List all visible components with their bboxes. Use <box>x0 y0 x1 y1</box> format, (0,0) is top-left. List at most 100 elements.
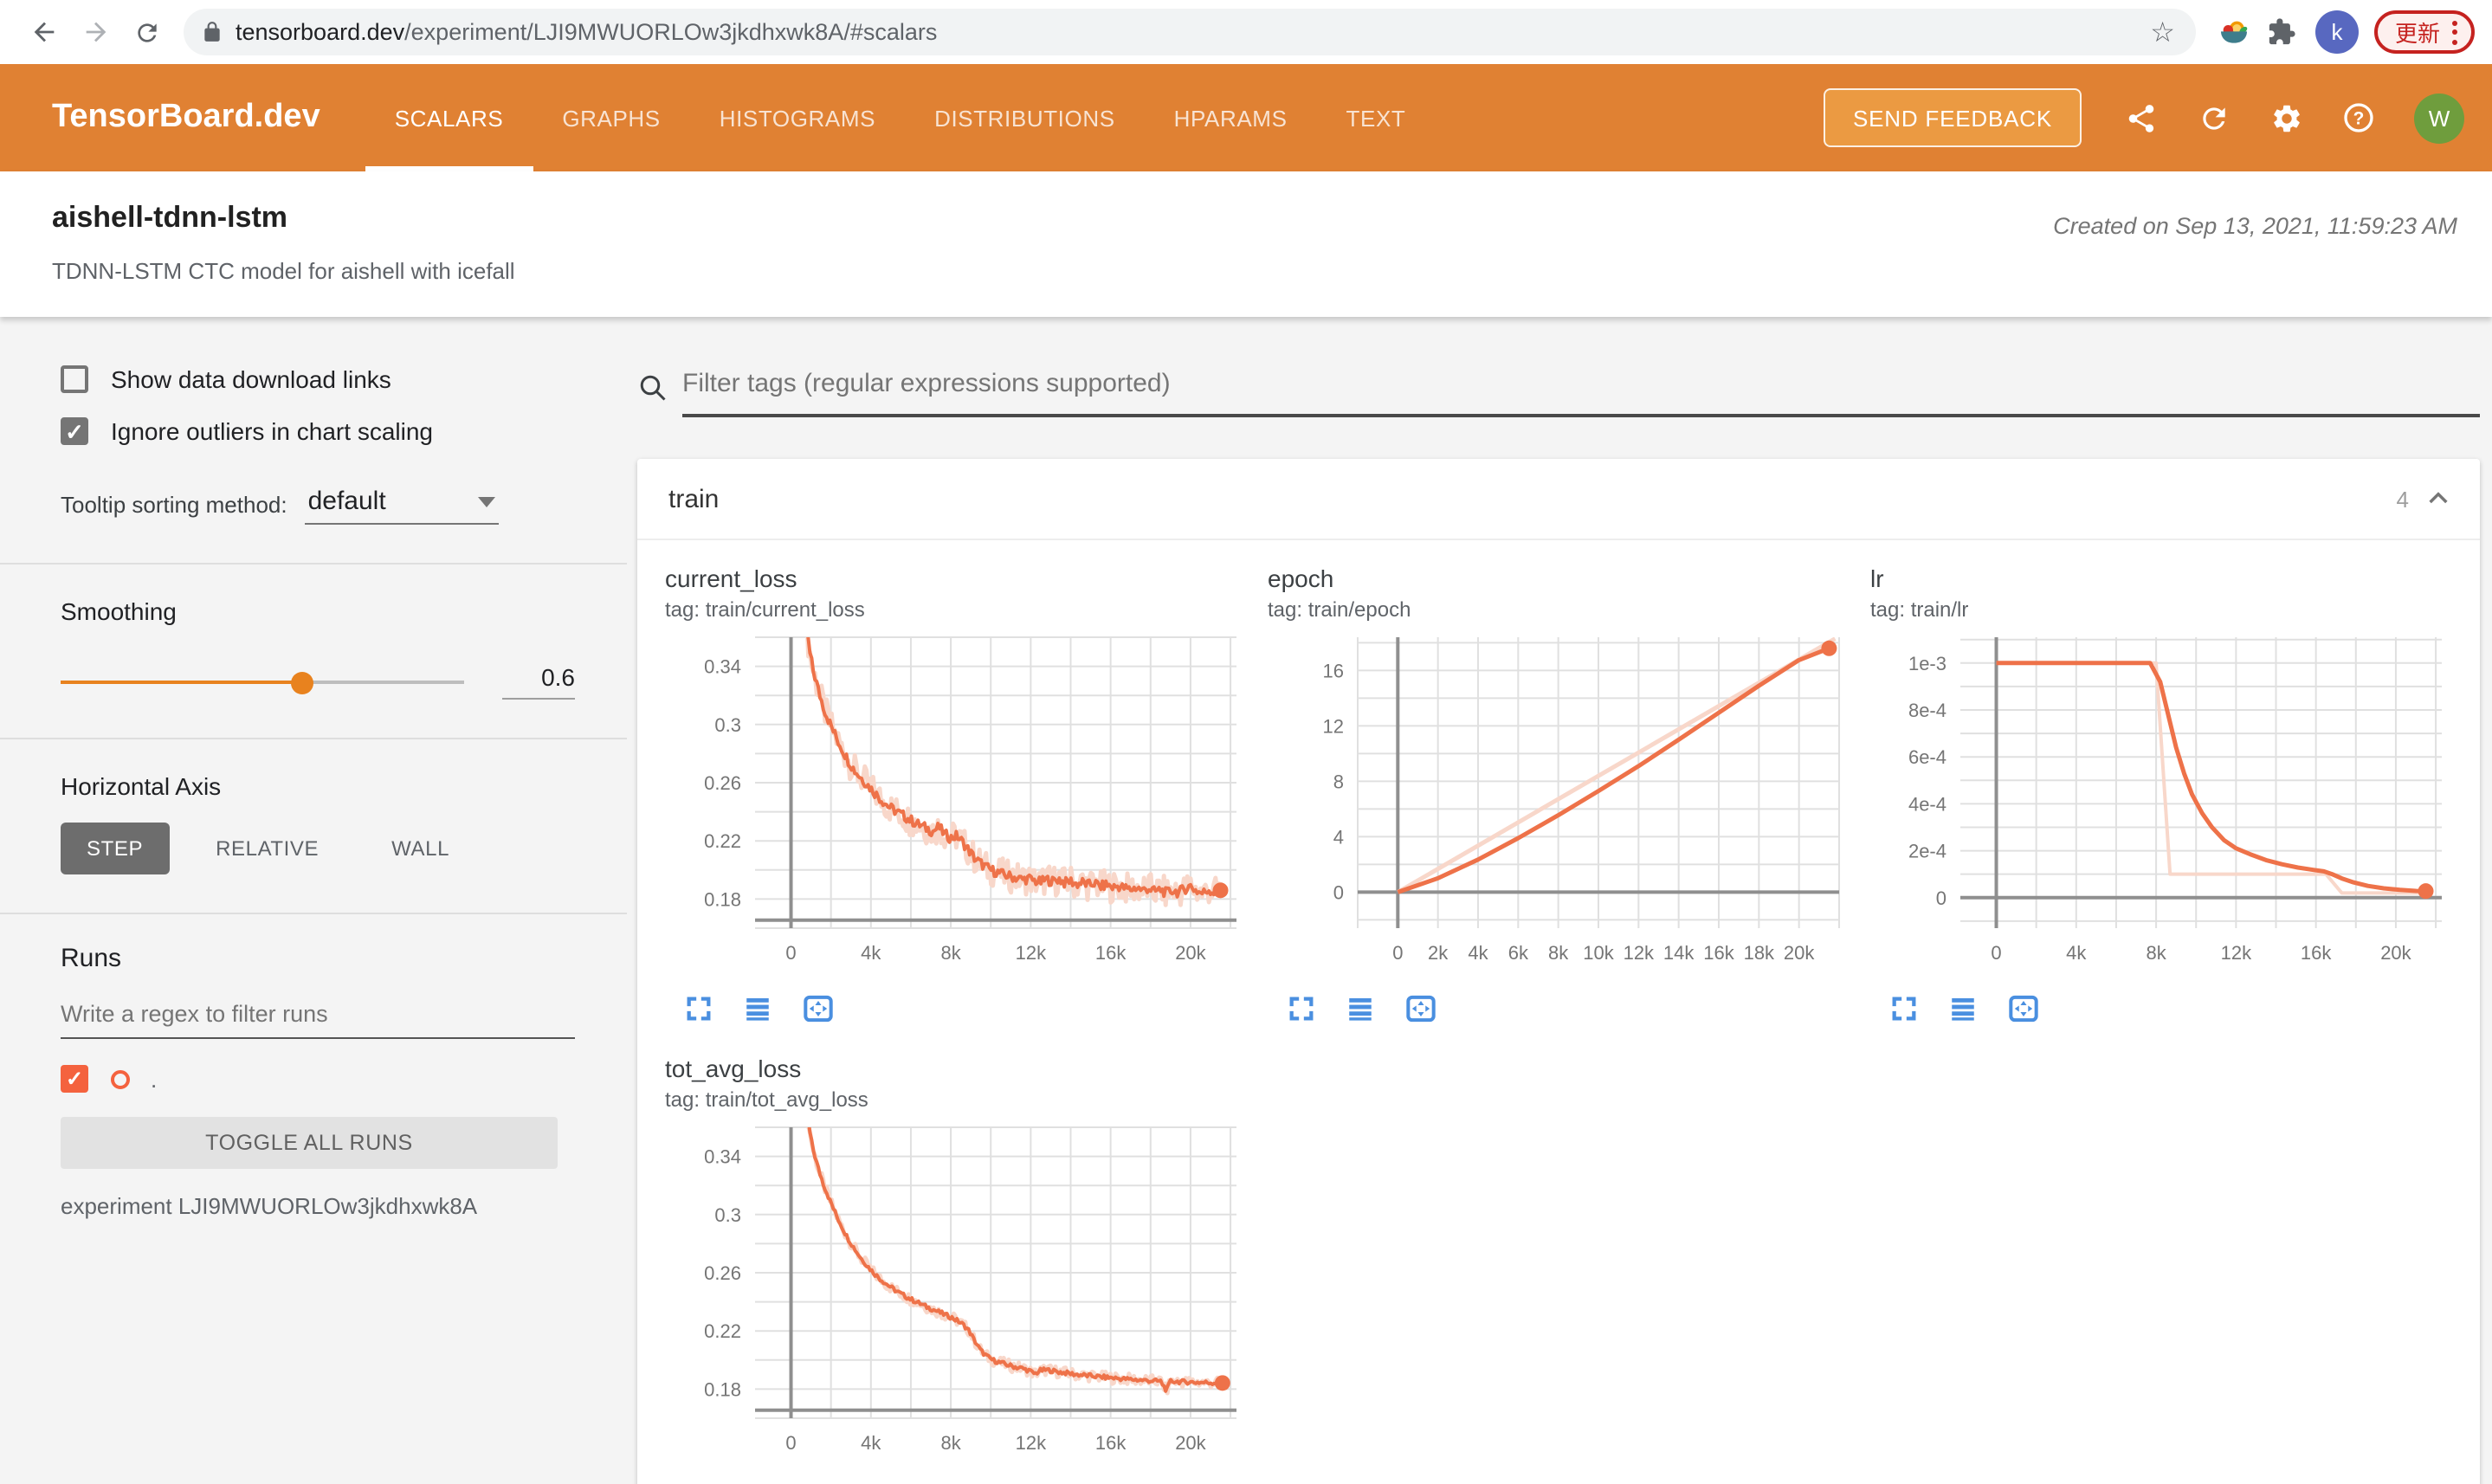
svg-text:6k: 6k <box>1508 942 1529 964</box>
share-icon[interactable] <box>2109 87 2172 149</box>
svg-text:0: 0 <box>1991 942 2001 964</box>
tab-text[interactable]: TEXT <box>1317 64 1436 171</box>
expand-chart-icon[interactable] <box>1889 994 1919 1023</box>
tab-scalars[interactable]: SCALARS <box>365 64 533 171</box>
data-table-icon[interactable] <box>1948 994 1978 1023</box>
svg-text:0.34: 0.34 <box>704 1146 741 1168</box>
checkbox-icon[interactable]: ✓ <box>61 417 88 445</box>
svg-text:0.18: 0.18 <box>704 888 741 910</box>
axis-option-relative[interactable]: RELATIVE <box>190 823 345 874</box>
chart-plot[interactable]: 0 4k 8k 12k 16k 20k 0 2e-4 4e-4 6e-4 8e-4 1e-3 <box>1870 627 2459 970</box>
svg-text:4: 4 <box>1333 826 1344 848</box>
app-logo: TensorBoard.dev <box>52 99 320 135</box>
chart-plot[interactable]: 0 4k 8k 12k 16k 20k 0.18 0.22 0.26 0.3 0.34 <box>665 1117 1254 1460</box>
fruit-bowl-extension-icon[interactable] <box>2210 8 2258 56</box>
experiment-name: aishell-tdnn-lstm <box>52 201 288 234</box>
svg-text:0: 0 <box>1392 942 1403 964</box>
data-table-icon[interactable] <box>1346 994 1375 1023</box>
fit-domain-icon[interactable] <box>802 994 835 1023</box>
svg-text:0.3: 0.3 <box>714 714 741 736</box>
slider-handle[interactable] <box>290 671 313 694</box>
filter-tags-input[interactable] <box>682 358 2480 417</box>
divider <box>0 913 627 914</box>
svg-text:4k: 4k <box>861 942 881 964</box>
bookmark-star-icon[interactable]: ☆ <box>2147 15 2179 49</box>
axis-option-wall[interactable]: WALL <box>365 823 475 874</box>
send-feedback-button[interactable]: SEND FEEDBACK <box>1823 88 2082 147</box>
svg-text:0.3: 0.3 <box>714 1204 741 1226</box>
address-bar[interactable]: tensorboard.dev/experiment/LJI9MWUORLOw3… <box>184 9 2196 55</box>
chart-plot[interactable]: 0 2k 4k 6k 8k 10k 12k 14k 16k 18k 20k 0 4 8 12 16 <box>1268 627 1856 970</box>
svg-text:6e-4: 6e-4 <box>1908 746 1946 768</box>
svg-text:8: 8 <box>1333 771 1344 792</box>
extensions-puzzle-icon[interactable] <box>2258 8 2307 56</box>
svg-text:0.22: 0.22 <box>704 830 741 852</box>
settings-gear-icon[interactable] <box>2255 87 2317 149</box>
train-section-header[interactable]: train 4 <box>637 459 2480 540</box>
svg-text:16: 16 <box>1323 660 1344 681</box>
browser-profile-avatar[interactable]: k <box>2314 10 2359 54</box>
svg-text:0.34: 0.34 <box>704 656 741 678</box>
chart-title: tot_avg_loss <box>665 1055 802 1082</box>
svg-text:12k: 12k <box>1016 942 1047 964</box>
svg-text:12: 12 <box>1323 715 1344 737</box>
ignore-outliers-checkbox[interactable]: ✓ Ignore outliers in chart scaling <box>61 417 575 445</box>
tab-distributions[interactable]: DISTRIBUTIONS <box>905 64 1145 171</box>
svg-text:0: 0 <box>785 942 796 964</box>
help-icon[interactable]: ? <box>2327 87 2390 149</box>
svg-text:16k: 16k <box>1095 942 1127 964</box>
svg-text:0: 0 <box>1333 881 1344 903</box>
chevron-up-icon[interactable] <box>2424 485 2452 513</box>
chart-plot[interactable]: 0 4k 8k 12k 16k 20k 0.18 0.22 0.26 0.3 0.34 <box>665 627 1254 970</box>
svg-text:8k: 8k <box>1548 942 1569 964</box>
svg-text:20k: 20k <box>2380 942 2411 964</box>
checkbox-icon[interactable]: ✓ <box>61 365 88 393</box>
svg-text:14k: 14k <box>1663 942 1695 964</box>
refresh-icon[interactable] <box>2182 87 2244 149</box>
svg-text:?: ? <box>2353 109 2365 129</box>
data-table-icon[interactable] <box>743 994 772 1023</box>
svg-text:0: 0 <box>785 1432 796 1454</box>
svg-text:8k: 8k <box>2146 942 2166 964</box>
experiment-created-date: Created on Sep 13, 2021, 11:59:23 AM <box>2053 213 2457 239</box>
axis-option-step[interactable]: STEP <box>61 823 170 874</box>
run-row: ✓ . <box>61 1065 575 1093</box>
forward-icon[interactable] <box>69 6 121 58</box>
reload-icon[interactable] <box>121 6 173 58</box>
svg-text:0: 0 <box>1936 887 1946 909</box>
tab-graphs[interactable]: GRAPHS <box>533 64 689 171</box>
tab-hparams[interactable]: HPARAMS <box>1145 64 1317 171</box>
svg-text:12k: 12k <box>2221 942 2252 964</box>
settings-sidebar: ✓ Show data download links ✓ Ignore outl… <box>0 317 627 1484</box>
scalar-chart-lr: lr tag: train/lr 0 4k 8k 12k 16k 20k 0 2e-4 4e-4… <box>1870 565 2473 1023</box>
tab-histograms[interactable]: HISTOGRAMS <box>690 64 905 171</box>
svg-text:8e-4: 8e-4 <box>1908 700 1946 721</box>
svg-text:16k: 16k <box>1703 942 1734 964</box>
svg-text:18k: 18k <box>1744 942 1775 964</box>
run-name: . <box>151 1066 158 1092</box>
chart-tag: tag: train/tot_avg_loss <box>665 1087 868 1112</box>
back-icon[interactable] <box>17 6 69 58</box>
train-section-card: train 4 current_loss tag: train/current_… <box>637 459 2480 1484</box>
svg-text:1e-3: 1e-3 <box>1908 653 1946 674</box>
chart-title: epoch <box>1268 565 1334 592</box>
expand-chart-icon[interactable] <box>1287 994 1316 1023</box>
svg-text:4e-4: 4e-4 <box>1908 793 1946 815</box>
smoothing-slider[interactable] <box>61 669 464 694</box>
toggle-all-runs-button[interactable]: TOGGLE ALL RUNS <box>61 1117 558 1169</box>
tooltip-sorting-select[interactable]: default <box>304 487 499 525</box>
fit-domain-icon[interactable] <box>1404 994 1437 1023</box>
run-checkbox[interactable]: ✓ <box>61 1065 88 1093</box>
runs-filter-input[interactable] <box>61 990 575 1039</box>
smoothing-value[interactable]: 0.6 <box>502 663 575 700</box>
svg-text:8k: 8k <box>940 1432 961 1454</box>
svg-text:10k: 10k <box>1583 942 1614 964</box>
show-download-links-checkbox[interactable]: ✓ Show data download links <box>61 365 575 393</box>
lock-icon <box>204 22 220 42</box>
account-avatar[interactable]: W <box>2414 93 2464 143</box>
expand-chart-icon[interactable] <box>684 994 713 1023</box>
svg-text:8k: 8k <box>940 942 961 964</box>
svg-text:12k: 12k <box>1016 1432 1047 1454</box>
browser-update-menu[interactable]: 更新 <box>2373 10 2475 54</box>
fit-domain-icon[interactable] <box>2007 994 2040 1023</box>
